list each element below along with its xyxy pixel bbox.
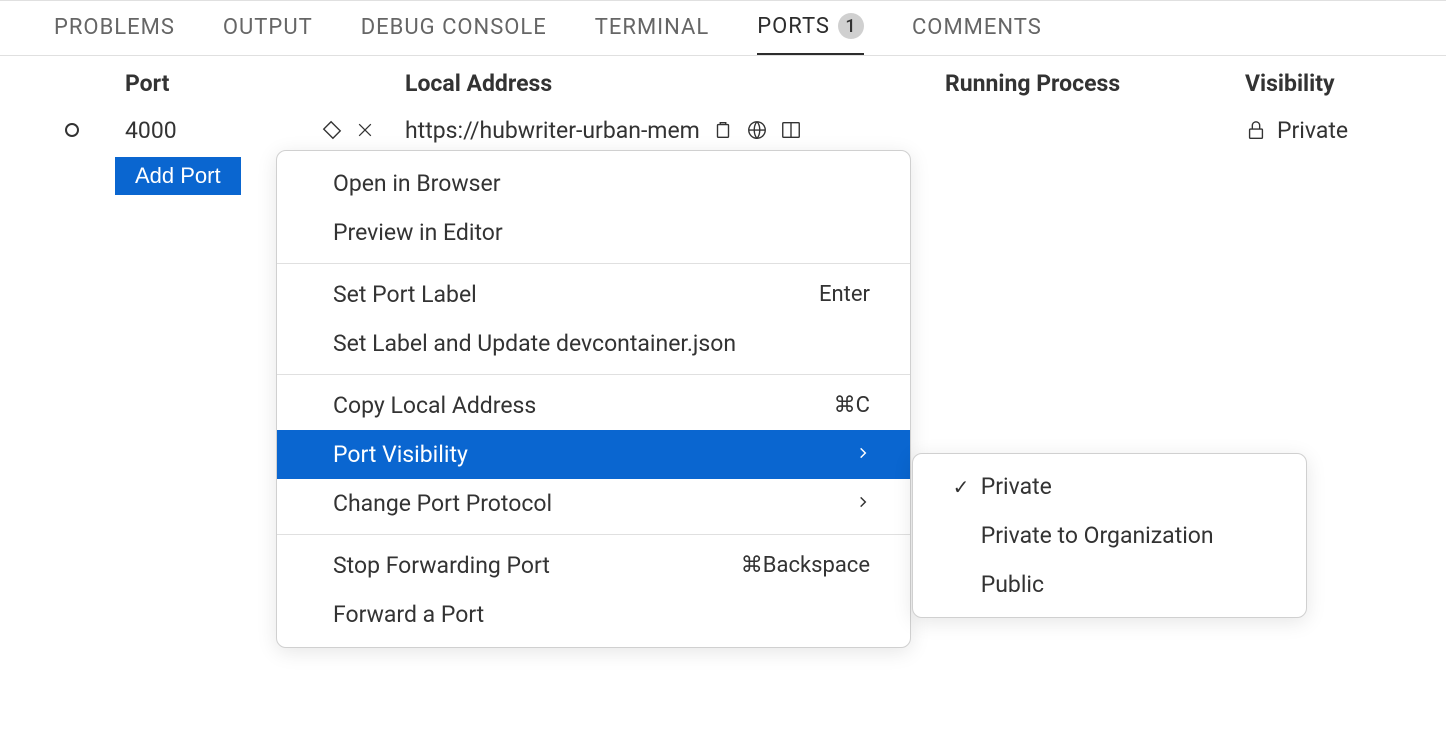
split-preview-icon[interactable] <box>780 119 802 141</box>
globe-icon[interactable] <box>746 119 768 141</box>
chevron-right-icon <box>856 444 870 465</box>
visibility-value: Private <box>1277 117 1348 144</box>
copy-icon[interactable] <box>712 119 734 141</box>
port-number: 4000 <box>125 117 177 144</box>
port-row[interactable]: 4000 https://hubwriter-urban-mem Private <box>0 107 1446 153</box>
check-icon: ✓ <box>947 475 975 499</box>
tab-debug-console[interactable]: DEBUG CONSOLE <box>361 15 547 54</box>
menu-open-in-browser[interactable]: Open in Browser <box>277 159 910 208</box>
tab-terminal[interactable]: TERMINAL <box>595 15 709 54</box>
local-address: https://hubwriter-urban-mem <box>405 117 700 144</box>
menu-divider <box>277 374 910 375</box>
submenu-public[interactable]: Public <box>913 560 1306 609</box>
submenu-private[interactable]: ✓ Private <box>913 462 1306 511</box>
menu-stop-forwarding[interactable]: Stop Forwarding Port ⌘Backspace <box>277 541 910 590</box>
tab-output[interactable]: OUTPUT <box>223 15 313 54</box>
menu-divider <box>277 534 910 535</box>
menu-copy-local-address[interactable]: Copy Local Address ⌘C <box>277 381 910 430</box>
tab-ports-label: PORTS <box>757 14 830 39</box>
menu-preview-in-editor[interactable]: Preview in Editor <box>277 208 910 257</box>
shortcut-label: ⌘C <box>834 393 870 418</box>
tab-comments[interactable]: COMMENTS <box>912 15 1042 54</box>
menu-change-port-protocol[interactable]: Change Port Protocol <box>277 479 910 528</box>
menu-port-visibility[interactable]: Port Visibility <box>277 430 910 479</box>
chevron-right-icon <box>856 493 870 514</box>
port-context-menu: Open in Browser Preview in Editor Set Po… <box>276 150 911 648</box>
panel-tabs: PROBLEMS OUTPUT DEBUG CONSOLE TERMINAL P… <box>0 0 1446 56</box>
menu-forward-a-port[interactable]: Forward a Port <box>277 590 910 639</box>
status-indicator-icon <box>65 123 79 137</box>
submenu-private-org[interactable]: Private to Organization <box>913 511 1306 560</box>
header-running-process: Running Process <box>945 70 1235 97</box>
menu-set-port-label[interactable]: Set Port Label Enter <box>277 270 910 319</box>
header-visibility: Visibility <box>1245 70 1446 97</box>
tab-problems[interactable]: PROBLEMS <box>54 15 175 54</box>
header-port: Port <box>125 70 395 97</box>
shortcut-label: ⌘Backspace <box>741 553 870 578</box>
lock-icon <box>1245 119 1267 141</box>
menu-set-label-devcontainer[interactable]: Set Label and Update devcontainer.json <box>277 319 910 368</box>
add-port-button[interactable]: Add Port <box>115 157 241 195</box>
ports-table-header: Port Local Address Running Process Visib… <box>0 56 1446 107</box>
close-icon[interactable] <box>355 119 375 141</box>
visibility-submenu: ✓ Private Private to Organization Public <box>912 453 1307 618</box>
ports-count-badge: 1 <box>838 13 864 39</box>
tag-icon[interactable] <box>321 119 343 141</box>
header-local-address: Local Address <box>405 70 935 97</box>
tab-ports[interactable]: PORTS 1 <box>757 13 864 55</box>
shortcut-label: Enter <box>819 282 870 307</box>
menu-divider <box>277 263 910 264</box>
